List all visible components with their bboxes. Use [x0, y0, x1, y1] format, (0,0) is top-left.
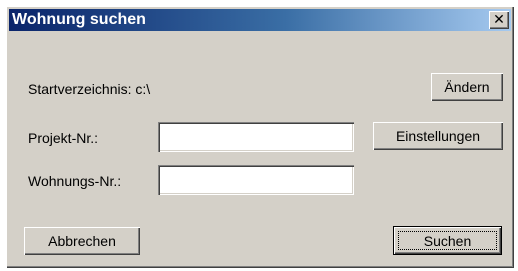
cancel-button[interactable]: Abbrechen: [24, 227, 140, 255]
close-icon: ✕: [493, 12, 505, 28]
start-directory-label: Startverzeichnis: c:\: [28, 81, 151, 97]
settings-button[interactable]: Einstellungen: [373, 122, 503, 150]
dialog-window: Wohnung suchen ✕ Startverzeichnis: c:\ Ä…: [6, 6, 514, 268]
close-button[interactable]: ✕: [489, 11, 509, 29]
window-title: Wohnung suchen: [12, 11, 146, 28]
apartment-number-input[interactable]: [158, 165, 354, 195]
project-number-input[interactable]: [158, 122, 354, 152]
change-button[interactable]: Ändern: [431, 73, 503, 101]
project-number-label: Projekt-Nr.:: [28, 130, 99, 146]
apartment-number-label: Wohnungs-Nr.:: [28, 173, 122, 189]
search-button[interactable]: Suchen: [393, 226, 502, 255]
title-bar: Wohnung suchen ✕: [9, 9, 511, 31]
